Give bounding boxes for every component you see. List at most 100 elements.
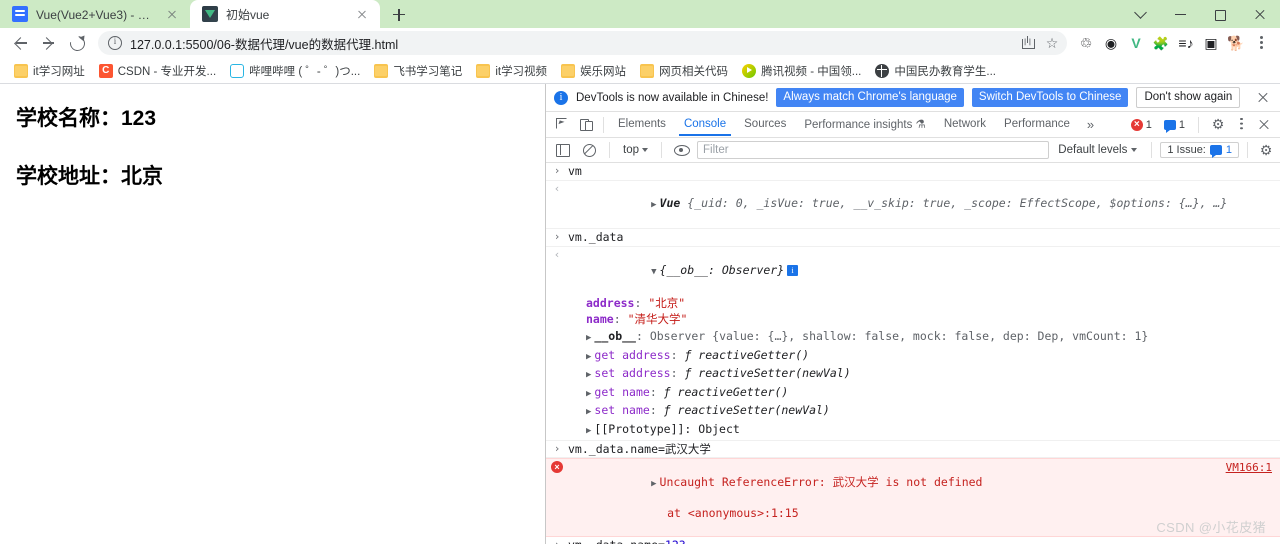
collapse-triangle-icon[interactable]: ▼: [651, 265, 656, 280]
live-expression-icon[interactable]: [670, 138, 694, 162]
message-count: 1: [1178, 118, 1185, 131]
clear-console-icon[interactable]: [577, 138, 601, 162]
expand-triangle-icon[interactable]: ▶: [586, 424, 591, 439]
property-value: Observer {value: {…}, shallow: false, mo…: [649, 328, 1149, 343]
gear-icon[interactable]: ⚙: [1208, 115, 1228, 135]
browser-menu-button[interactable]: [1250, 32, 1272, 54]
reader-icon[interactable]: ▣: [1200, 32, 1222, 54]
property-key: set address: [594, 366, 671, 381]
close-icon[interactable]: [164, 6, 180, 22]
maximize-button[interactable]: [1200, 0, 1240, 28]
close-devtools-icon[interactable]: [1254, 115, 1274, 135]
console-output-line[interactable]: ‹ ▼ {__ob__: Observer} i: [546, 247, 1280, 295]
tab-elements[interactable]: Elements: [609, 114, 675, 135]
switch-devtools-language-button[interactable]: Switch DevTools to Chinese: [971, 88, 1129, 107]
expand-triangle-icon[interactable]: ▶: [586, 368, 591, 383]
more-options-icon[interactable]: [1232, 115, 1250, 135]
console-input-line[interactable]: › vm: [546, 163, 1280, 181]
bookmark-item[interactable]: 网页相关代码: [634, 61, 734, 81]
share-icon[interactable]: [1017, 32, 1039, 54]
dont-show-again-button[interactable]: Don't show again: [1136, 87, 1241, 108]
expand-triangle-icon[interactable]: ▶: [651, 198, 656, 213]
divider: [661, 142, 662, 158]
expand-triangle-icon[interactable]: ▶: [586, 350, 591, 365]
console-settings-gear-icon[interactable]: ⚙: [1256, 140, 1276, 160]
message-count-badge[interactable]: 1: [1160, 118, 1189, 133]
tab-sources[interactable]: Sources: [735, 114, 795, 135]
forward-button[interactable]: [36, 30, 62, 56]
property-key: get address: [594, 347, 671, 362]
bookmark-item[interactable]: it学习网址: [8, 61, 91, 81]
divider: [609, 142, 610, 158]
console-output-line[interactable]: ‹ ▶ Vue {_uid: 0, _isVue: true, __v_skip:…: [546, 181, 1280, 230]
close-icon[interactable]: [354, 6, 370, 22]
issues-button[interactable]: 1 Issue: 1: [1160, 142, 1239, 158]
error-count-badge[interactable]: × 1: [1127, 118, 1156, 132]
browser-tab-feishu[interactable]: Vue(Vue2+Vue3) - 飞书云文档: [0, 0, 190, 28]
bookmark-item[interactable]: 腾讯视频 - 中国领...: [736, 61, 867, 81]
more-tabs-icon[interactable]: »: [1079, 117, 1102, 132]
log-levels-selector[interactable]: Default levels: [1052, 143, 1143, 157]
execution-context-selector[interactable]: top: [618, 143, 653, 157]
recycle-icon[interactable]: ♲: [1075, 32, 1097, 54]
tab-performance[interactable]: Performance: [995, 114, 1079, 135]
puzzle-icon[interactable]: 🧩: [1150, 32, 1172, 54]
console-input-line[interactable]: › vm._data.name=武汉大学: [546, 441, 1280, 459]
tab-network[interactable]: Network: [935, 114, 995, 135]
chevron-down-icon[interactable]: [1120, 0, 1160, 28]
console-input-text: vm._data.name=武汉大学: [568, 441, 711, 456]
console-output[interactable]: › vm ‹ ▶ Vue {_uid: 0, _isVue: true, __v_…: [546, 163, 1280, 544]
bookmark-item[interactable]: 娱乐网站: [555, 61, 632, 81]
tab-console[interactable]: Console: [675, 114, 735, 136]
browser-window: Vue(Vue2+Vue3) - 飞书云文档 初始vue 127.0.0.1:5…: [0, 0, 1280, 544]
back-button[interactable]: [8, 30, 34, 56]
console-input-text: vm._data.name=: [568, 538, 665, 544]
device-toolbar-icon[interactable]: [574, 113, 598, 137]
expand-triangle-icon[interactable]: ▶: [651, 477, 656, 492]
opera-icon[interactable]: ◉: [1100, 32, 1122, 54]
dog-icon[interactable]: 🐕: [1225, 32, 1247, 54]
console-sidebar-icon[interactable]: [550, 138, 574, 162]
chevron-down-icon: [642, 148, 648, 152]
error-source-link[interactable]: VM166:1: [1226, 461, 1272, 476]
execution-context-label: top: [623, 144, 639, 156]
music-list-icon[interactable]: ≡♪: [1175, 32, 1197, 54]
inspect-element-icon[interactable]: [550, 113, 574, 137]
console-input-number: 123: [665, 538, 686, 544]
expand-triangle-icon[interactable]: ▶: [586, 387, 591, 402]
divider: [1198, 116, 1199, 133]
bookmark-label: it学习网址: [33, 65, 85, 78]
feishu-icon: [12, 6, 28, 22]
bookmark-item[interactable]: 哔哩哔哩 ( ゜- ゜)つ...: [224, 61, 366, 81]
info-icon[interactable]: i: [787, 264, 799, 276]
bookmark-item[interactable]: 飞书学习笔记: [368, 61, 468, 81]
vue-devtools-icon[interactable]: V: [1125, 32, 1147, 54]
error-icon-wrap: ×: [546, 460, 568, 475]
object-property-row: ▶ __ob__: Observer {value: {…}, shallow: …: [546, 328, 1280, 347]
expand-triangle-icon[interactable]: ▶: [586, 331, 591, 346]
bookmark-item[interactable]: 中国民办教育学生...: [869, 61, 1002, 81]
always-match-language-button[interactable]: Always match Chrome's language: [776, 88, 964, 107]
bookmark-item[interactable]: it学习视频: [470, 61, 553, 81]
console-input-line[interactable]: › vm._data: [546, 229, 1280, 247]
object-property-row: ▶ set address: ƒ reactiveSetter(newVal): [546, 365, 1280, 384]
close-icon[interactable]: [1254, 89, 1272, 107]
address-bar[interactable]: 127.0.0.1:5500/06-数据代理/vue的数据代理.html ☆: [98, 31, 1067, 55]
reload-button[interactable]: [64, 30, 90, 56]
property-value: ƒ reactiveSetter(newVal): [684, 366, 851, 381]
console-filter-input[interactable]: [697, 141, 1050, 159]
browser-tab-vue[interactable]: 初始vue: [190, 0, 380, 28]
site-info-icon[interactable]: [108, 36, 122, 50]
close-window-button[interactable]: [1240, 0, 1280, 28]
minimize-button[interactable]: [1160, 0, 1200, 28]
browser-toolbar: 127.0.0.1:5500/06-数据代理/vue的数据代理.html ☆ ♲…: [0, 28, 1280, 58]
new-tab-button[interactable]: [384, 0, 412, 28]
error-icon: ×: [1130, 118, 1143, 131]
bookmark-item[interactable]: C CSDN - 专业开发...: [93, 61, 222, 81]
bookmark-label: CSDN - 专业开发...: [117, 65, 217, 78]
expand-triangle-icon[interactable]: ▶: [586, 405, 591, 420]
tab-performance-insights[interactable]: Performance insights ⚗: [795, 113, 935, 136]
console-input-line[interactable]: › vm._data.name=123: [546, 537, 1280, 544]
bookmark-star-icon[interactable]: ☆: [1041, 32, 1063, 54]
chevron-down-icon: [1131, 148, 1138, 152]
